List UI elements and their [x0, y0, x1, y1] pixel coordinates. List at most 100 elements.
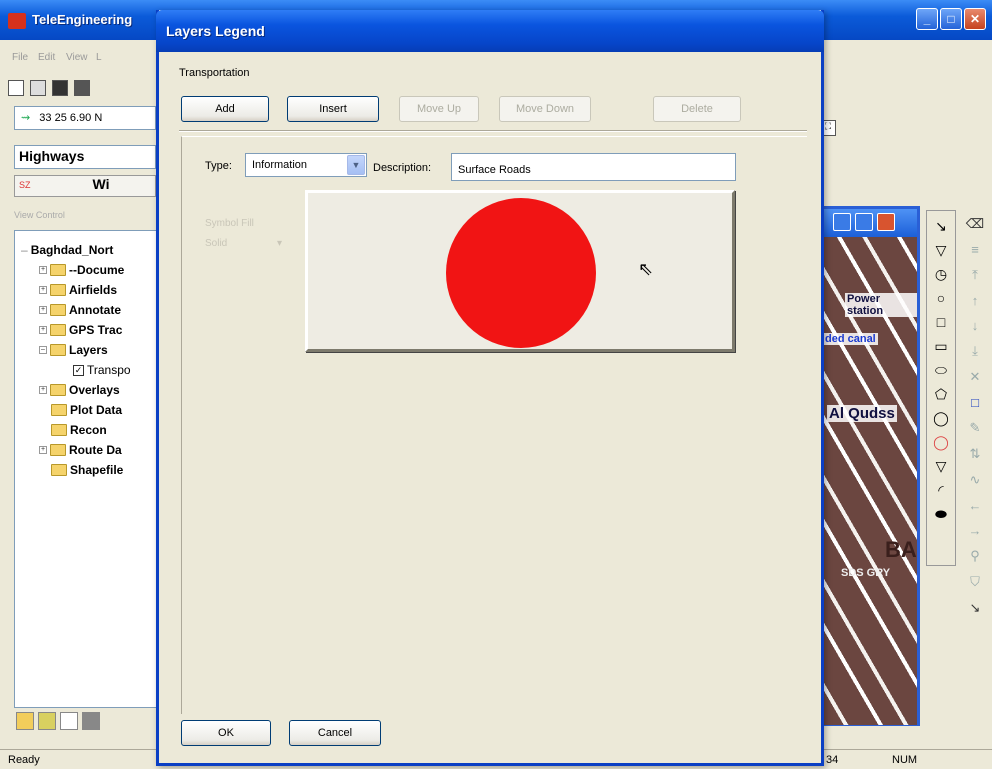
right-toolbar: ⌫ ≡ ⤒ ↑ ↓ ⤓ ✕ □ ✎ ⇅ ∿ ← → ⚲ ⛉ ↘: [962, 210, 988, 730]
ellipse-tool-icon[interactable]: ○: [937, 289, 945, 307]
open-file-icon[interactable]: [30, 80, 46, 96]
layer-selector[interactable]: Highways: [14, 145, 156, 169]
maximize-button[interactable]: □: [940, 8, 962, 30]
map-canvas[interactable]: Power station ded canal Al Qudss BA SDS …: [823, 237, 917, 725]
document-view-tab-icon[interactable]: [38, 712, 56, 730]
rounded-tool-icon[interactable]: ⬬: [935, 505, 947, 523]
folder-icon: [50, 324, 66, 336]
tree-item-recon[interactable]: Recon: [51, 423, 107, 437]
route-icon[interactable]: ↘: [970, 600, 981, 616]
delete-button[interactable]: Delete: [653, 96, 741, 122]
move-up-icon[interactable]: ↑: [972, 293, 979, 308]
collapse-icon[interactable]: –: [39, 346, 47, 354]
arrow-right-icon[interactable]: →: [969, 523, 982, 538]
tree-item-gps[interactable]: + GPS Trac: [39, 323, 122, 337]
tree-item-label: Transpo: [87, 363, 131, 377]
square-tool-icon[interactable]: □: [937, 313, 945, 331]
map-minimize-button[interactable]: [833, 213, 851, 231]
type-label: Type:: [205, 160, 232, 172]
measure-icon[interactable]: ∿: [970, 472, 981, 488]
text-icon[interactable]: ≡: [971, 242, 979, 257]
tree-item-overlays[interactable]: + Overlays: [39, 383, 120, 397]
tree-item-shapefile[interactable]: Shapefile: [51, 463, 123, 477]
symbol-preview[interactable]: ⇖: [305, 190, 735, 352]
minimize-button[interactable]: _: [916, 8, 938, 30]
map-label-al-quds: Al Qudss: [827, 405, 897, 422]
pencil-icon[interactable]: ✎: [970, 420, 981, 436]
move-top-icon[interactable]: ⤒: [972, 267, 978, 283]
line-tool-icon[interactable]: ↘: [935, 217, 947, 235]
map-close-button[interactable]: [877, 213, 895, 231]
expand-icon[interactable]: +: [39, 386, 47, 394]
tree-item-documents[interactable]: + --Docume: [39, 263, 124, 277]
type-select[interactable]: Information ▼: [245, 153, 367, 177]
menu-edit[interactable]: Edit: [38, 52, 55, 63]
bucket-icon[interactable]: ⛉: [970, 574, 980, 590]
mouse-cursor-icon: ⇖: [638, 259, 654, 279]
expand-icon[interactable]: +: [39, 306, 47, 314]
ok-button[interactable]: OK: [181, 720, 271, 746]
tree-root[interactable]: – Baghdad_Nort: [21, 243, 113, 257]
print-icon[interactable]: [74, 80, 90, 96]
tree-item-annotate[interactable]: + Annotate: [39, 303, 121, 317]
scale-icon[interactable]: ⇅: [970, 446, 981, 462]
rectangle-select-icon[interactable]: □: [971, 395, 979, 410]
menu-view[interactable]: View: [66, 52, 88, 63]
red-circle-tool-icon[interactable]: ◯: [933, 433, 949, 451]
layer-checkbox[interactable]: ✓: [73, 364, 84, 376]
tree-item-route-data[interactable]: + Route Da: [39, 443, 122, 457]
move-bottom-icon[interactable]: ⤓: [972, 343, 978, 359]
close-button[interactable]: ✕: [964, 8, 986, 30]
tree-item-transportation[interactable]: ✓ Transpo: [73, 363, 131, 377]
insert-button[interactable]: Insert: [287, 96, 379, 122]
description-input[interactable]: [451, 153, 736, 181]
map-window[interactable]: Power station ded canal Al Qudss BA SDS …: [820, 206, 920, 726]
width-selector[interactable]: SZ Wi: [14, 175, 156, 197]
dialog-title: Layers Legend: [166, 23, 265, 39]
main-toolbar: [8, 74, 158, 102]
filter-icon[interactable]: ⚲: [970, 548, 980, 564]
pin-tool-icon[interactable]: ▽: [936, 457, 947, 475]
type-select-value: Information: [252, 159, 308, 171]
polygon-tool-icon[interactable]: ▽: [936, 241, 947, 259]
tools-view-tab-icon[interactable]: [82, 712, 100, 730]
eraser-icon[interactable]: ⌫: [966, 216, 984, 232]
move-up-button[interactable]: Move Up: [399, 96, 479, 122]
save-icon[interactable]: [52, 80, 68, 96]
circle-outline-tool-icon[interactable]: ◯: [933, 409, 949, 427]
tree-item-label: GPS Trac: [69, 323, 123, 337]
menu-layer[interactable]: L: [96, 52, 102, 63]
pentagon-tool-icon[interactable]: ⬠: [935, 385, 947, 403]
cancel-button[interactable]: Cancel: [289, 720, 381, 746]
tree-item-plot-data[interactable]: Plot Data: [51, 403, 122, 417]
list-view-tab-icon[interactable]: [60, 712, 78, 730]
folder-icon: [50, 444, 66, 456]
expand-icon[interactable]: +: [39, 446, 47, 454]
folder-view-tab-icon[interactable]: [16, 712, 34, 730]
map-maximize-button[interactable]: [855, 213, 873, 231]
dialog-separator: [179, 130, 807, 132]
tree-item-label: --Docume: [69, 263, 125, 277]
route-arrow-icon[interactable]: ⇝: [21, 112, 30, 124]
tree-item-airfields[interactable]: + Airfields: [39, 283, 117, 297]
dialog-title-bar[interactable]: Layers Legend: [156, 10, 824, 52]
move-down-icon[interactable]: ↓: [972, 318, 979, 333]
circle-tool-icon[interactable]: ◷: [935, 265, 947, 283]
new-file-icon[interactable]: [8, 80, 24, 96]
expand-icon[interactable]: +: [39, 266, 47, 274]
add-button[interactable]: Add: [181, 96, 269, 122]
tree-item-label: Shapefile: [70, 463, 124, 477]
tree-item-layers[interactable]: – Layers: [39, 343, 108, 357]
rectangle-tool-icon[interactable]: ▭: [934, 337, 947, 355]
move-down-button[interactable]: Move Down: [499, 96, 591, 122]
menu-file[interactable]: File: [12, 52, 28, 63]
delete-icon[interactable]: ✕: [970, 369, 981, 385]
expand-icon[interactable]: +: [39, 326, 47, 334]
tree-item-label: Recon: [70, 423, 107, 437]
expand-icon[interactable]: +: [39, 286, 47, 294]
arrow-left-icon[interactable]: ←: [969, 498, 982, 513]
oval-tool-icon[interactable]: ⬭: [935, 361, 947, 379]
chevron-down-icon[interactable]: ▼: [347, 155, 365, 175]
arc-tool-icon[interactable]: ◜: [938, 481, 943, 499]
app-logo-icon: [8, 13, 26, 29]
